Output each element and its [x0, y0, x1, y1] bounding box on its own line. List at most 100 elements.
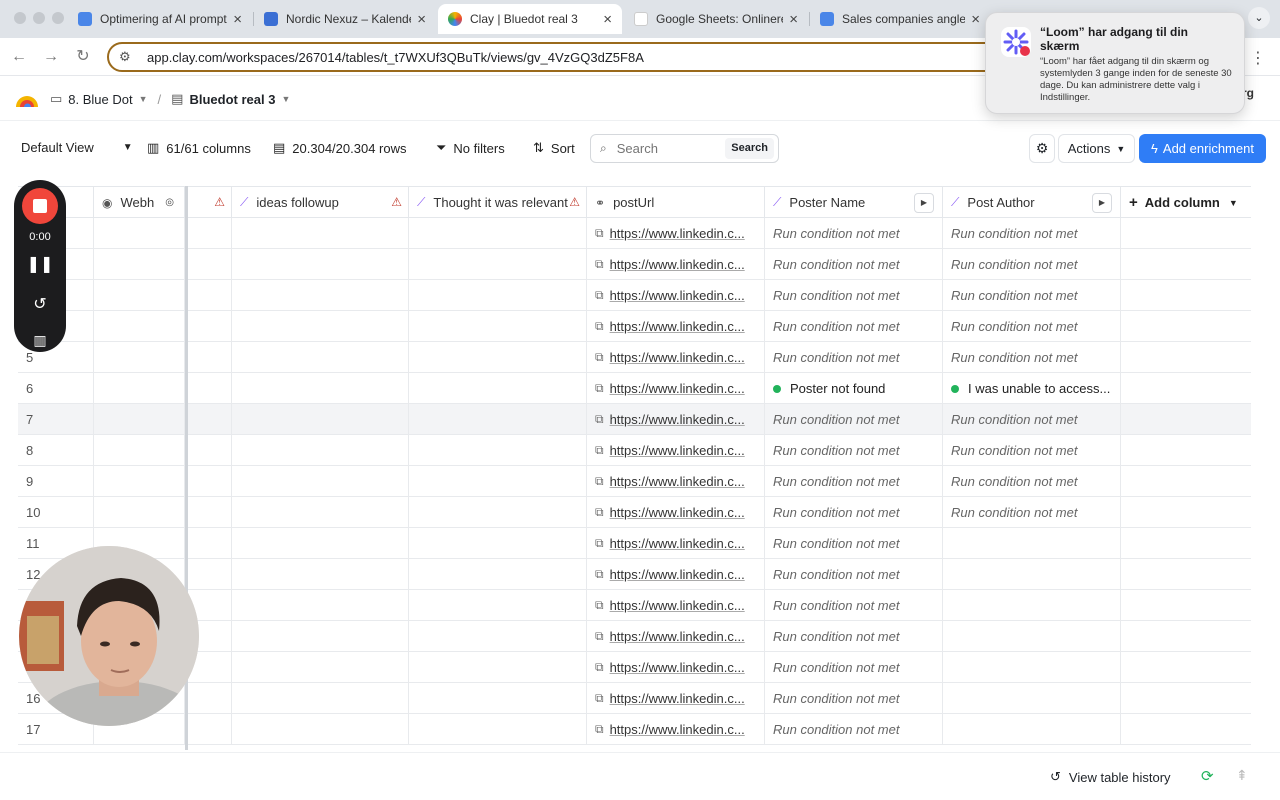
thought-relevant-cell[interactable] — [409, 497, 587, 528]
table-row[interactable]: 12 ⧉ https://www.linkedin.c... Run conditio… — [18, 559, 1251, 590]
poster-name-cell[interactable]: Run condition not met — [765, 404, 943, 435]
post-author-cell[interactable]: Run condition not met — [943, 218, 1121, 249]
thought-relevant-cell[interactable] — [409, 714, 587, 745]
poster-name-cell[interactable]: Run condition not met — [765, 218, 943, 249]
hidden-column-cell[interactable] — [188, 714, 232, 745]
posturl-link[interactable]: https://www.linkedin.c... — [610, 288, 745, 303]
posturl-cell[interactable]: ⧉ https://www.linkedin.c... — [587, 404, 765, 435]
posturl-cell[interactable]: ⧉ https://www.linkedin.c... — [587, 714, 765, 745]
table-row[interactable]: 16 ⧉ https://www.linkedin.c... Run conditio… — [18, 683, 1251, 714]
hidden-column-cell[interactable] — [188, 435, 232, 466]
posturl-link[interactable]: https://www.linkedin.c... — [610, 226, 745, 241]
restart-icon[interactable]: ↺ — [14, 294, 66, 314]
add-column-button[interactable]: + Add column ▼ — [1121, 187, 1251, 218]
thought-relevant-cell[interactable] — [409, 528, 587, 559]
table-row[interactable]: 7 ⧉ https://www.linkedin.c... Run condition… — [18, 404, 1251, 435]
columns-button[interactable]: ▥ 61/61 columns — [147, 140, 251, 156]
breadcrumb-folder[interactable]: 8. Blue Dot — [68, 92, 132, 107]
posturl-link[interactable]: https://www.linkedin.c... — [610, 505, 745, 520]
thought-relevant-cell[interactable] — [409, 249, 587, 280]
poster-name-cell[interactable]: Run condition not met — [765, 280, 943, 311]
window-minimize-dot[interactable] — [33, 12, 45, 24]
column-header-posturl[interactable]: ⚭ postUrl — [587, 187, 765, 218]
browser-tab[interactable]: Optimering af AI prompt × — [68, 4, 252, 34]
posturl-link[interactable]: https://www.linkedin.c... — [610, 257, 745, 272]
table-row[interactable]: ⧉ https://www.linkedin.c... Run condition … — [18, 280, 1251, 311]
posturl-cell[interactable]: ⧉ https://www.linkedin.c... — [587, 683, 765, 714]
posturl-cell[interactable]: ⧉ https://www.linkedin.c... — [587, 528, 765, 559]
posturl-link[interactable]: https://www.linkedin.c... — [610, 319, 745, 334]
browser-tab[interactable]: Sales companies angles × — [810, 4, 990, 34]
external-link-icon[interactable]: ⧉ — [595, 536, 604, 551]
loom-notification[interactable]: “Loom” har adgang til din skærm “Loom” h… — [985, 12, 1245, 114]
table-row[interactable]: 5 ⧉ https://www.linkedin.c... Run condition… — [18, 342, 1251, 373]
ideas-followup-cell[interactable] — [232, 435, 409, 466]
poster-name-cell[interactable]: Run condition not met — [765, 342, 943, 373]
post-author-cell[interactable]: Run condition not met — [943, 466, 1121, 497]
posturl-link[interactable]: https://www.linkedin.c... — [610, 660, 745, 675]
ideas-followup-cell[interactable] — [232, 249, 409, 280]
view-selector[interactable]: Default View ▼ — [21, 140, 133, 155]
pause-icon[interactable]: ❚❚ — [14, 254, 66, 274]
thought-relevant-cell[interactable] — [409, 466, 587, 497]
run-play-icon[interactable]: ▶ — [914, 193, 934, 213]
poster-name-cell[interactable]: Run condition not met — [765, 714, 943, 745]
post-author-cell[interactable] — [943, 559, 1121, 590]
hidden-column-cell[interactable] — [188, 683, 232, 714]
posturl-link[interactable]: https://www.linkedin.c... — [610, 629, 745, 644]
hidden-column-cell[interactable] — [188, 528, 232, 559]
external-link-icon[interactable]: ⧉ — [595, 567, 604, 582]
browser-tab[interactable]: Nordic Nexuz – Kalender × — [254, 4, 436, 34]
posturl-link[interactable]: https://www.linkedin.c... — [610, 474, 745, 489]
browser-tab[interactable]: Google Sheets: Onlinere × — [624, 4, 808, 34]
webcam-bubble[interactable] — [19, 546, 199, 726]
poster-name-cell[interactable]: Run condition not met — [765, 249, 943, 280]
table-row[interactable]: ⧉ https://www.linkedin.c... Run condition … — [18, 218, 1251, 249]
view-table-history-button[interactable]: ↺ View table history — [1050, 769, 1171, 785]
column-header-post-author[interactable]: ⟋ Post Author ▶ — [943, 187, 1121, 218]
external-link-icon[interactable]: ⧉ — [595, 319, 604, 334]
poster-name-cell[interactable]: Run condition not met — [765, 497, 943, 528]
external-link-icon[interactable]: ⧉ — [595, 660, 604, 675]
poster-name-cell[interactable]: Poster not found — [765, 373, 943, 404]
table-row[interactable]: 11 ⧉ https://www.linkedin.c... Run conditio… — [18, 528, 1251, 559]
poster-name-cell[interactable]: Run condition not met — [765, 466, 943, 497]
webhook-cell[interactable] — [94, 280, 185, 311]
column-header-hidden[interactable]: ⚠ — [188, 187, 232, 218]
post-author-cell[interactable]: Run condition not met — [943, 280, 1121, 311]
ideas-followup-cell[interactable] — [232, 652, 409, 683]
external-link-icon[interactable]: ⧉ — [595, 598, 604, 613]
posturl-cell[interactable]: ⧉ https://www.linkedin.c... — [587, 466, 765, 497]
back-arrow-icon[interactable]: ← — [8, 46, 30, 68]
ideas-followup-cell[interactable] — [232, 404, 409, 435]
table-row[interactable]: ⧉ https://www.linkedin.c... Run condition … — [18, 311, 1251, 342]
table-row[interactable]: 10 ⧉ https://www.linkedin.c... Run conditio… — [18, 497, 1251, 528]
webhook-cell[interactable] — [94, 311, 185, 342]
external-link-icon[interactable]: ⧉ — [595, 350, 604, 365]
hidden-column-cell[interactable] — [188, 218, 232, 249]
ideas-followup-cell[interactable] — [232, 559, 409, 590]
external-link-icon[interactable]: ⧉ — [595, 443, 604, 458]
poster-name-cell[interactable]: Run condition not met — [765, 590, 943, 621]
posturl-cell[interactable]: ⧉ https://www.linkedin.c... — [587, 435, 765, 466]
ideas-followup-cell[interactable] — [232, 714, 409, 745]
ideas-followup-cell[interactable] — [232, 621, 409, 652]
ideas-followup-cell[interactable] — [232, 590, 409, 621]
hidden-column-cell[interactable] — [188, 404, 232, 435]
trash-icon[interactable]: ▥ — [14, 332, 66, 349]
table-row[interactable]: ⧉ https://www.linkedin.c... Run condition … — [18, 652, 1251, 683]
refresh-icon[interactable]: ⟳ — [1201, 767, 1214, 785]
settings-gear-icon[interactable]: ⚙ — [1029, 134, 1055, 163]
close-icon[interactable]: × — [603, 11, 612, 28]
post-author-cell[interactable] — [943, 590, 1121, 621]
posturl-link[interactable]: https://www.linkedin.c... — [610, 598, 745, 613]
poster-name-cell[interactable]: Run condition not met — [765, 683, 943, 714]
close-icon[interactable]: × — [233, 11, 242, 28]
hidden-column-cell[interactable] — [188, 466, 232, 497]
search-button[interactable]: Search — [725, 138, 774, 159]
column-header-thought-relevant[interactable]: ⟋ Thought it was relevant ⚠ — [409, 187, 587, 218]
post-author-cell[interactable] — [943, 652, 1121, 683]
posturl-cell[interactable]: ⧉ https://www.linkedin.c... — [587, 497, 765, 528]
hidden-column-cell[interactable] — [188, 249, 232, 280]
posturl-link[interactable]: https://www.linkedin.c... — [610, 691, 745, 706]
